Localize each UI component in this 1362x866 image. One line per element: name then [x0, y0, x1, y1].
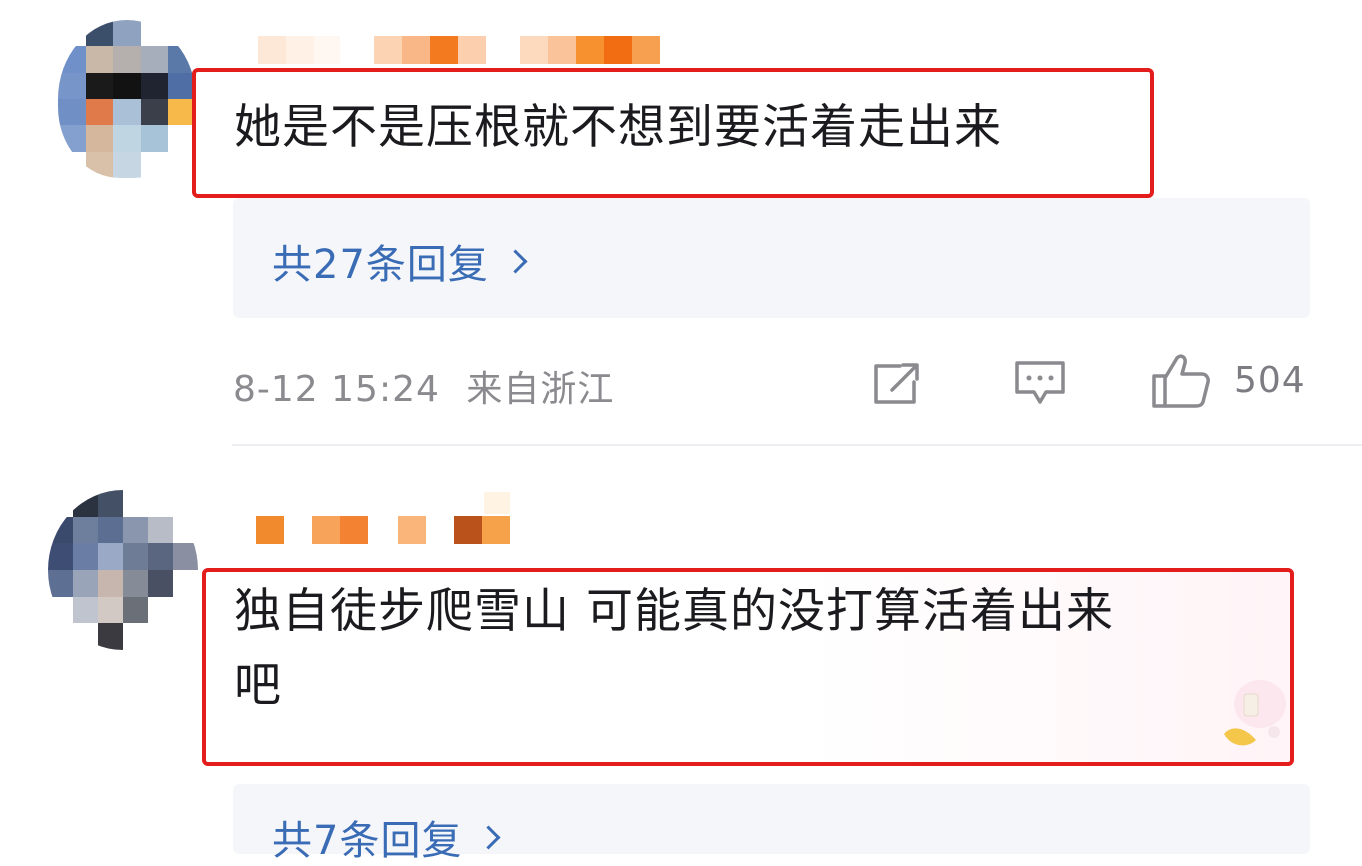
avatar-pixel [85, 125, 114, 152]
avatar-pixel [140, 46, 169, 73]
avatar-pixel [98, 516, 123, 544]
avatar-pixel [168, 46, 196, 73]
avatar-pixel [85, 151, 114, 178]
view-replies-link[interactable]: 共7条回复 [272, 808, 501, 866]
avatar-pixel [173, 623, 198, 650]
replies-count-label: 共7条回复 [272, 818, 463, 864]
username-mosaic-top [484, 492, 510, 514]
avatar-pixel [113, 72, 141, 99]
avatar-pixel [58, 151, 86, 178]
avatar-pixel [58, 46, 86, 73]
username-mosaic[interactable] [258, 36, 660, 64]
avatar-pixel [58, 125, 86, 152]
avatar[interactable] [48, 490, 198, 650]
thumbs-up-icon[interactable] [1150, 352, 1212, 410]
avatar-pixel [168, 20, 196, 47]
view-replies-link[interactable]: 共27条回复 [272, 232, 528, 290]
avatar-pixel [48, 490, 73, 517]
sticker-icon [1224, 680, 1286, 746]
avatar-pixel [123, 596, 148, 624]
comment-location: 来自浙江 [466, 369, 615, 410]
avatar-pixel [173, 490, 198, 517]
avatar-pixel [58, 72, 86, 99]
avatar-pixel [173, 569, 198, 597]
share-icon[interactable] [870, 360, 924, 406]
username-mosaic[interactable] [256, 516, 510, 544]
avatar-pixel [123, 516, 148, 544]
comment-text-line-2: 吧 [234, 658, 282, 713]
avatar-pixel [48, 596, 73, 624]
avatar-pixel [148, 569, 173, 597]
chevron-right-icon [476, 824, 501, 850]
avatar-pixel [98, 596, 123, 624]
avatar-pixel [98, 569, 123, 597]
avatar-pixel [48, 543, 73, 570]
avatar-pixel [148, 516, 173, 544]
comment-date: 8-12 15:24 [233, 369, 440, 410]
avatar-pixel [73, 516, 98, 544]
divider [232, 444, 1362, 446]
avatar-pixel [140, 99, 169, 126]
avatar-pixel [140, 125, 169, 152]
comment-icon[interactable] [1012, 358, 1068, 408]
avatar-pixel [173, 516, 198, 544]
comment-text: 她是不是压根就不想到要活着走出来 [234, 100, 1002, 155]
avatar-pixel [58, 99, 86, 126]
avatar-pixel [85, 99, 114, 126]
like-count: 504 [1234, 360, 1306, 401]
avatar[interactable] [58, 20, 196, 178]
avatar-pixel [140, 20, 169, 47]
avatar-pixel [85, 46, 114, 73]
avatar-pixel [148, 490, 173, 517]
avatar-pixel [113, 151, 141, 178]
avatar-pixel [73, 569, 98, 597]
comment-meta: 8-12 15:24 来自浙江 [233, 360, 614, 412]
avatar-pixel [73, 623, 98, 650]
avatar-pixel [123, 543, 148, 570]
avatar-pixel [113, 46, 141, 73]
avatar-pixel [73, 543, 98, 570]
avatar-pixel [148, 623, 173, 650]
avatar-pixel [140, 151, 169, 178]
avatar-pixel [173, 543, 198, 570]
replies-count-label: 共27条回复 [272, 242, 489, 288]
avatar-pixel [123, 569, 148, 597]
avatar-pixel [98, 490, 123, 517]
avatar-pixel [85, 20, 114, 47]
avatar-pixel [173, 596, 198, 624]
avatar-pixel [48, 623, 73, 650]
avatar-pixel [140, 72, 169, 99]
chevron-right-icon [503, 248, 528, 274]
avatar-pixel [58, 20, 86, 47]
avatar-pixel [113, 20, 141, 47]
avatar-pixel [73, 596, 98, 624]
avatar-pixel [98, 623, 123, 650]
avatar-pixel [48, 516, 73, 544]
avatar-pixel [113, 125, 141, 152]
avatar-pixel [123, 623, 148, 650]
avatar-pixel [148, 596, 173, 624]
avatar-pixel [113, 99, 141, 126]
comment-text-line-1: 独自徒步爬雪山 可能真的没打算活着出来 [234, 584, 1114, 639]
avatar-pixel [85, 72, 114, 99]
avatar-pixel [48, 569, 73, 597]
avatar-pixel [148, 543, 173, 570]
avatar-pixel [123, 490, 148, 517]
avatar-pixel [98, 543, 123, 570]
avatar-pixel [73, 490, 98, 517]
